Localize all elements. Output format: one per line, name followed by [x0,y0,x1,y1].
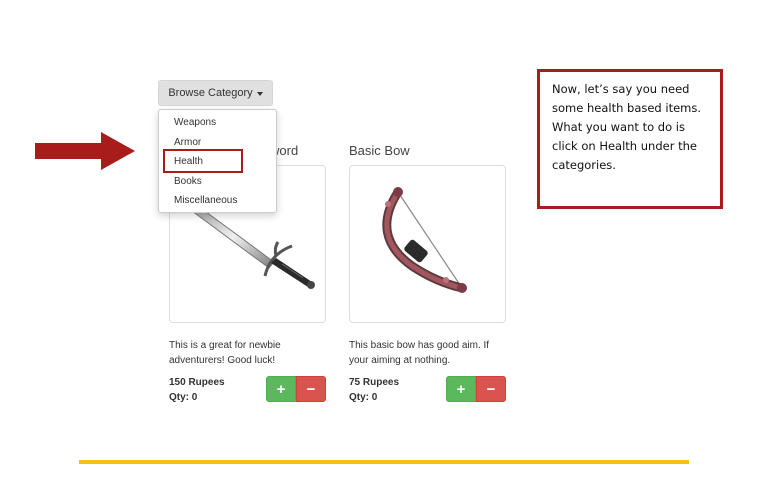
product-description-bow: This basic bow has good aim. If your aim… [349,340,490,366]
footer-divider [79,460,689,464]
remove-sword-button[interactable]: − [296,376,326,402]
product-qty-bow: Qty: 0 [349,392,378,403]
caret-down-icon [256,91,263,96]
arrow-right-icon [35,132,135,170]
dropdown-item-weapons[interactable]: Weapons [174,116,216,130]
product-price-sword: 150 Rupees [169,377,225,388]
product-qty-sword: Qty: 0 [169,392,198,403]
remove-bow-button[interactable]: − [476,376,506,402]
quantity-stepper-sword: + − [266,376,326,402]
dropdown-item-miscellaneous[interactable]: Miscellaneous [174,194,237,208]
dropdown-item-armor[interactable]: Armor [174,136,201,150]
add-sword-button[interactable]: + [266,376,296,402]
bow-icon [382,187,467,293]
product-description-sword: This is a great for newbie adventurers! … [169,340,281,366]
dropdown-item-books[interactable]: Books [174,175,202,189]
health-highlight-box [163,149,243,173]
instruction-callout: Now, let’s say you need some health base… [537,69,723,209]
browse-category-button[interactable]: Browse Category [158,80,273,106]
browse-category-label: Browse Category [168,87,253,99]
add-bow-button[interactable]: + [446,376,476,402]
product-image-bow[interactable] [349,165,506,323]
product-title-bow: Basic Bow [349,143,410,158]
product-price-bow: 75 Rupees [349,377,400,388]
quantity-stepper-bow: + − [446,376,506,402]
